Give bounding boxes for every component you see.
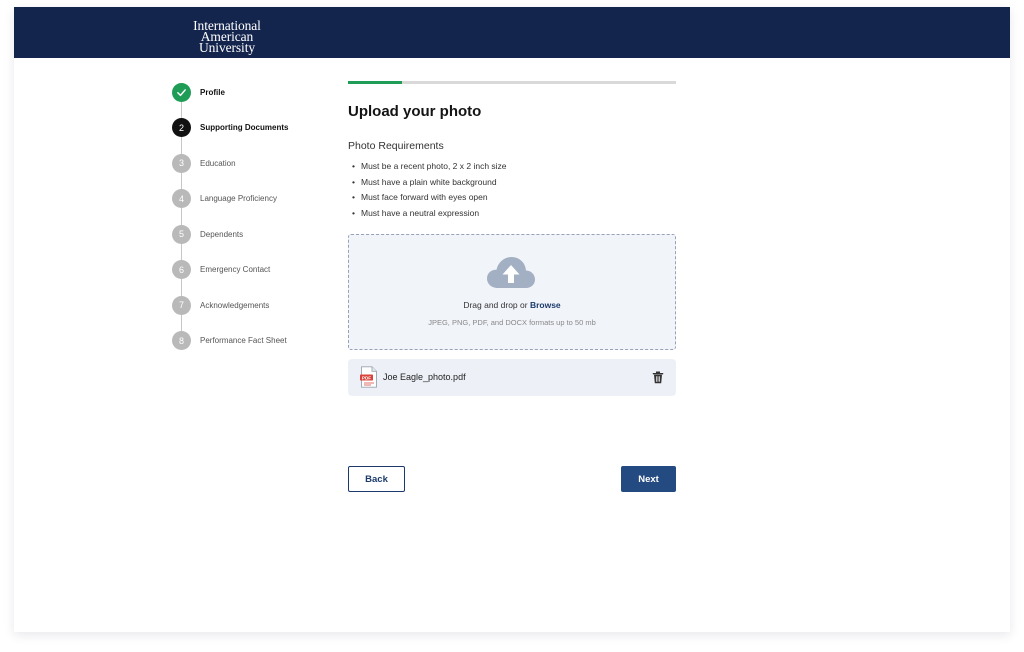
step-number-badge: 4 xyxy=(172,189,191,208)
form-progress-bar xyxy=(348,81,676,84)
step-number-badge: 2 xyxy=(172,118,191,137)
step-label-supporting-documents: Supporting Documents xyxy=(200,123,289,132)
back-button[interactable]: Back xyxy=(348,466,405,492)
step-performance-fact-sheet[interactable]: 8 Performance Fact Sheet xyxy=(172,331,287,351)
dropzone-instructions: Drag and drop or Browse xyxy=(349,300,675,310)
requirement-item: Must face forward with eyes open xyxy=(348,190,507,206)
step-dependents[interactable]: 5 Dependents xyxy=(172,224,243,244)
form-progress-fill xyxy=(348,81,403,84)
step-acknowledgements[interactable]: 7 Acknowledgements xyxy=(172,295,269,315)
pdf-file-icon: PDF xyxy=(360,366,377,388)
step-label-acknowledgements: Acknowledgements xyxy=(200,300,270,310)
uploaded-file-name: Joe Eagle_photo.pdf xyxy=(383,372,466,382)
file-dropzone[interactable]: Drag and drop or Browse JPEG, PNG, PDF, … xyxy=(348,234,676,350)
step-label-education: Education xyxy=(200,158,236,168)
top-header-bar: International American University xyxy=(14,7,1010,58)
step-number-badge: 5 xyxy=(172,224,191,244)
requirement-item: Must have a neutral expression xyxy=(348,206,507,222)
step-education[interactable]: 3 Education xyxy=(172,153,236,173)
step-number-badge: 3 xyxy=(172,153,191,173)
cloud-upload-icon xyxy=(487,257,535,288)
next-button[interactable]: Next xyxy=(621,466,676,492)
step-label-dependents: Dependents xyxy=(200,229,244,239)
uploaded-file-item: PDF Joe Eagle_photo.pdf xyxy=(348,359,676,396)
step-number-badge: 6 xyxy=(172,260,191,279)
step-profile[interactable]: Profile xyxy=(172,82,225,102)
step-number-badge: 8 xyxy=(172,331,191,350)
step-completed-indicator xyxy=(172,82,191,102)
requirement-item: Must be a recent photo, 2 x 2 inch size xyxy=(348,159,507,175)
step-supporting-documents[interactable]: 2 Supporting Documents xyxy=(172,118,288,138)
page-title: Upload your photo xyxy=(348,103,482,120)
requirements-heading: Photo Requirements xyxy=(348,140,444,152)
application-frame: International American University Profil… xyxy=(14,7,1010,632)
step-label-profile: Profile xyxy=(200,87,225,97)
university-logo[interactable]: International American University xyxy=(173,19,281,55)
step-label-language-proficiency: Language Proficiency xyxy=(200,194,277,203)
accepted-formats-note: JPEG, PNG, PDF, and DOCX formats up to 5… xyxy=(428,318,596,327)
requirement-item: Must have a plain white background xyxy=(348,175,507,191)
step-number-badge: 7 xyxy=(172,295,191,315)
progress-stepper: Profile 2 Supporting Documents 3 Educati… xyxy=(172,82,342,372)
brand-line-2: American University xyxy=(199,29,255,55)
step-label-emergency-contact: Emergency Contact xyxy=(200,265,271,274)
dropzone-prompt: Drag and drop or xyxy=(463,300,528,310)
checkmark-icon xyxy=(177,88,186,96)
requirements-list: Must be a recent photo, 2 x 2 inch size … xyxy=(348,159,507,221)
browse-link[interactable]: Browse xyxy=(530,300,561,310)
step-emergency-contact[interactable]: 6 Emergency Contact xyxy=(172,260,270,280)
trash-icon[interactable] xyxy=(652,371,664,384)
step-label-performance-fact-sheet: Performance Fact Sheet xyxy=(200,336,287,345)
pdf-badge-text: PDF xyxy=(362,375,371,380)
step-language-proficiency[interactable]: 4 Language Proficiency xyxy=(172,189,277,209)
